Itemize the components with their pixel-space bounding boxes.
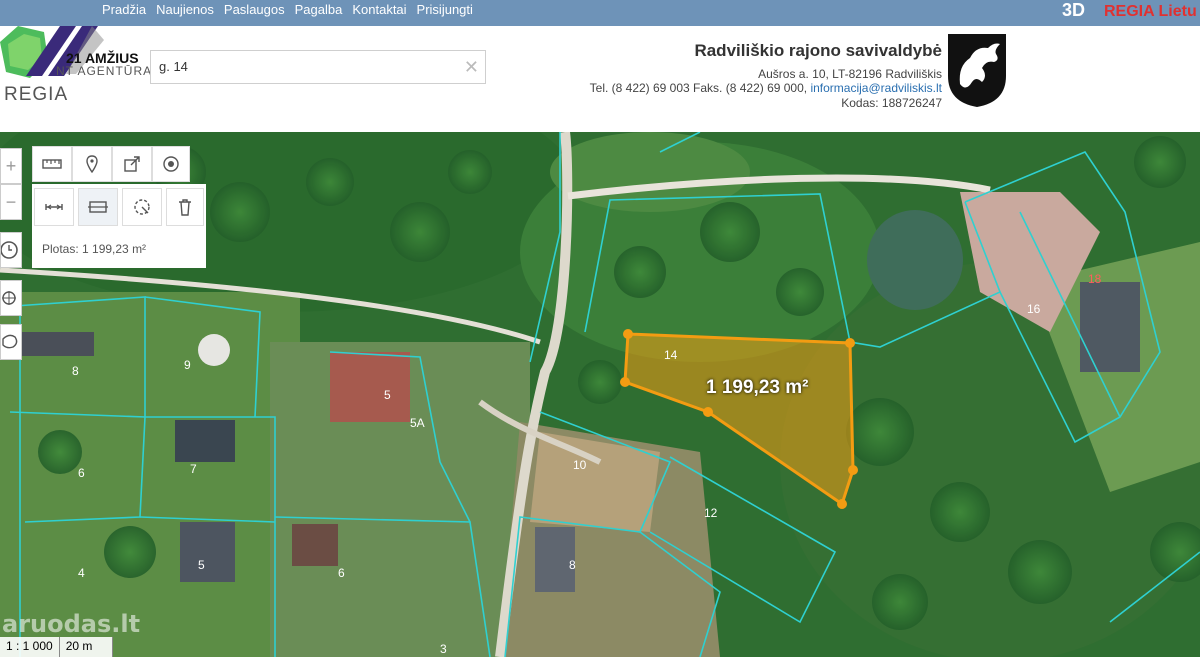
municipality-title: Radviliškio rajono savivaldybė: [694, 41, 942, 60]
parcel-label: 10: [573, 458, 587, 472]
clock-icon: [0, 241, 18, 259]
nav-services[interactable]: Paslaugos: [224, 2, 285, 17]
share-icon: [124, 156, 140, 172]
measure-area-button[interactable]: [78, 188, 118, 226]
zoom-in-button[interactable]: +: [0, 148, 22, 184]
parcel-label: 6: [78, 466, 85, 480]
place-marker-button[interactable]: [72, 146, 112, 182]
parcel-label: 5: [198, 558, 205, 572]
parcel-label: 6: [338, 566, 345, 580]
municipality-address: Aušros a. 10, LT-82196 Radviliškis: [758, 66, 942, 81]
ruler-icon: [42, 159, 62, 169]
area-readout: Plotas: 1 199,23 m²: [42, 242, 147, 256]
parcel-label: 7: [190, 462, 197, 476]
parcel-label: 8: [72, 364, 79, 378]
plus-icon: +: [5, 156, 17, 176]
municipality-info: Radviliškio rajono savivaldybė Aušros a.…: [590, 41, 942, 110]
parcel-label: 3: [440, 642, 447, 656]
crosshair-icon: [2, 291, 16, 305]
nav-help[interactable]: Pagalba: [295, 2, 343, 17]
nav-contacts[interactable]: Kontaktai: [352, 2, 406, 17]
trash-icon: [179, 199, 191, 216]
area-measurement-label: 1 199,23 m²: [706, 377, 809, 398]
marker-icon: [86, 155, 98, 173]
measure-line-button[interactable]: [34, 188, 74, 226]
municipality-code: Kodas: 188726247: [841, 95, 942, 110]
search-box: ✕: [150, 50, 486, 84]
parcel-label: 5: [384, 388, 391, 402]
target-icon: [163, 156, 179, 172]
parcel-label: 5A: [410, 416, 425, 430]
delete-measure-button[interactable]: [166, 188, 204, 226]
agency-logo: [0, 26, 150, 132]
target-button[interactable]: [152, 146, 190, 182]
zoom-out-button[interactable]: −: [0, 184, 22, 220]
watermark: aruodas.lt: [2, 610, 141, 638]
history-button[interactable]: [0, 232, 22, 268]
agency-subtitle: NT AGENTŪRA: [56, 64, 153, 78]
scale-bar: 1 : 1 000 20 m: [0, 637, 113, 657]
nav-links: Pradžia Naujienos Paslaugos Pagalba Kont…: [102, 2, 473, 17]
measure-line-icon: [45, 204, 63, 210]
regia-brand: REGIA Lietu: [1104, 3, 1197, 20]
search-input[interactable]: [151, 51, 449, 81]
close-icon[interactable]: ✕: [464, 57, 479, 78]
measure-panel: Plotas: 1 199,23 m²: [32, 184, 206, 268]
lasso-icon: [2, 334, 18, 349]
measure-radius-button[interactable]: [122, 188, 162, 226]
measure-area-icon: [88, 201, 108, 213]
header: 21 AMŽIUS NT AGENTŪRA REGIA ✕ Radviliški…: [0, 26, 1200, 132]
draw-shape-button[interactable]: [0, 324, 22, 360]
top-nav: Pradžia Naujienos Paslaugos Pagalba Kont…: [0, 0, 1200, 26]
minus-icon: −: [5, 192, 17, 212]
parcel-label: 16: [1027, 302, 1041, 316]
parcel-label: 9: [184, 358, 191, 372]
municipality-phone: Tel. (8 422) 69 003 Faks. (8 422) 69 000…: [589, 81, 808, 95]
municipality-email-link[interactable]: informacija@radviliskis.lt: [810, 81, 942, 95]
scale-ratio: 1 : 1 000: [0, 637, 60, 657]
3d-button[interactable]: 3D: [1062, 0, 1085, 21]
scale-distance: 20 m: [60, 637, 113, 657]
measure-distance-button[interactable]: [32, 146, 72, 182]
locate-button[interactable]: [0, 280, 22, 316]
parcel-label: 18: [1088, 272, 1102, 286]
regia-label: REGIA: [4, 84, 69, 105]
radius-icon: [134, 199, 150, 215]
nav-login[interactable]: Prisijungti: [417, 2, 473, 17]
parcel-label: 14: [664, 348, 678, 362]
parcel-label: 4: [78, 566, 85, 580]
nav-home[interactable]: Pradžia: [102, 2, 146, 17]
coat-of-arms-icon: [946, 32, 1008, 108]
map-view[interactable]: 1 199,23 m² 14 10 12 16 18 8 9 5 5A 6 7 …: [0, 132, 1200, 657]
export-button[interactable]: [112, 146, 152, 182]
nav-news[interactable]: Naujienos: [156, 2, 214, 17]
parcel-label: 12: [704, 506, 718, 520]
parcel-label: 8: [569, 558, 576, 572]
municipality-contacts: Tel. (8 422) 69 003 Faks. (8 422) 69 000…: [590, 81, 942, 96]
